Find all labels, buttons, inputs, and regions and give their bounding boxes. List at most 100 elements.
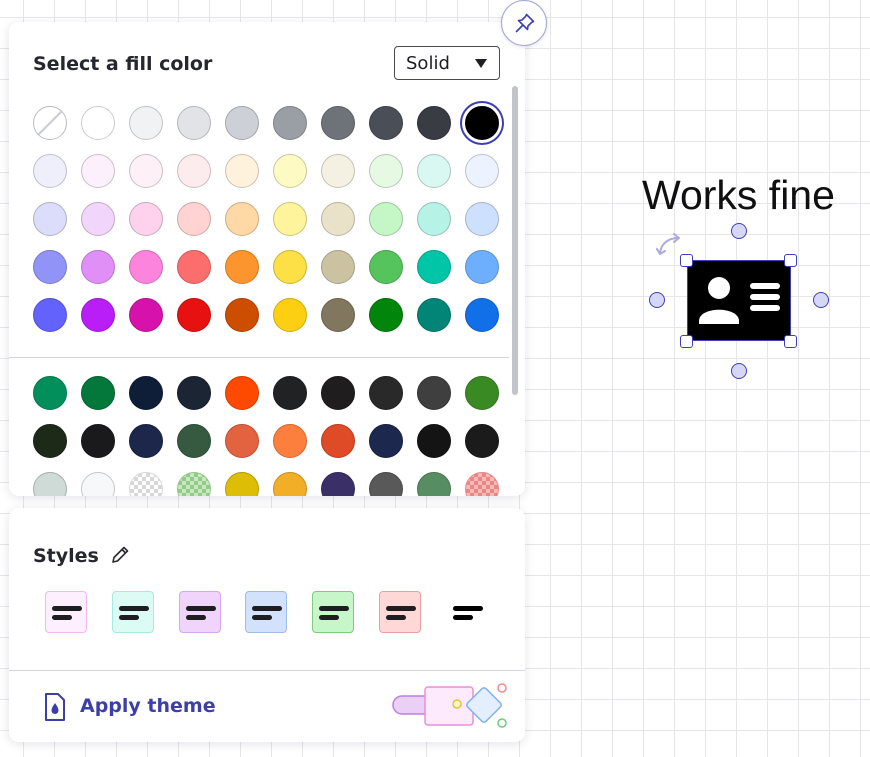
selected-shape[interactable]	[687, 260, 791, 341]
palette-swatch[interactable]	[273, 250, 307, 284]
custom-swatch[interactable]	[321, 376, 355, 410]
palette-swatch[interactable]	[129, 106, 163, 140]
palette-swatch[interactable]	[273, 154, 307, 188]
palette-swatch[interactable]	[81, 298, 115, 332]
canvas-text[interactable]: Works fine	[642, 172, 835, 219]
custom-swatch[interactable]	[81, 424, 115, 458]
custom-swatch[interactable]	[417, 376, 451, 410]
pin-button[interactable]	[501, 0, 547, 46]
palette-swatch[interactable]	[465, 298, 499, 332]
style-preset[interactable]	[179, 591, 221, 633]
palette-swatch[interactable]	[225, 298, 259, 332]
palette-swatch[interactable]	[225, 250, 259, 284]
custom-swatch[interactable]	[465, 376, 499, 410]
palette-swatch[interactable]	[465, 154, 499, 188]
palette-swatch[interactable]	[81, 202, 115, 236]
palette-swatch[interactable]	[321, 298, 355, 332]
palette-swatch[interactable]	[129, 250, 163, 284]
custom-swatch[interactable]	[225, 424, 259, 458]
palette-swatch[interactable]	[177, 202, 211, 236]
connector-handle-top[interactable]	[731, 223, 747, 239]
palette-swatch[interactable]	[225, 202, 259, 236]
palette-swatch[interactable]	[81, 106, 115, 140]
palette-swatch-selected[interactable]	[465, 106, 499, 140]
custom-swatch[interactable]	[33, 376, 67, 410]
palette-swatch[interactable]	[369, 154, 403, 188]
palette-swatch[interactable]	[321, 106, 355, 140]
palette-swatch[interactable]	[33, 202, 67, 236]
palette-swatch[interactable]	[369, 298, 403, 332]
custom-swatch[interactable]	[273, 424, 307, 458]
palette-swatch[interactable]	[465, 250, 499, 284]
custom-swatch[interactable]	[417, 472, 451, 496]
palette-swatch[interactable]	[129, 154, 163, 188]
custom-swatch[interactable]	[369, 424, 403, 458]
custom-swatch[interactable]	[177, 472, 211, 496]
style-preset[interactable]	[45, 591, 87, 633]
palette-swatch[interactable]	[33, 154, 67, 188]
custom-swatch[interactable]	[369, 376, 403, 410]
palette-swatch[interactable]	[369, 106, 403, 140]
no-fill-swatch[interactable]	[33, 106, 67, 140]
style-preset[interactable]	[446, 591, 488, 633]
palette-swatch[interactable]	[225, 106, 259, 140]
style-preset[interactable]	[379, 591, 421, 633]
palette-swatch[interactable]	[33, 250, 67, 284]
custom-swatch[interactable]	[33, 472, 67, 496]
palette-swatch[interactable]	[417, 154, 451, 188]
custom-swatch[interactable]	[225, 472, 259, 496]
resize-handle-top-right[interactable]	[784, 254, 797, 267]
palette-swatch[interactable]	[321, 202, 355, 236]
custom-swatch[interactable]	[33, 424, 67, 458]
custom-swatch[interactable]	[321, 472, 355, 496]
resize-handle-top-left[interactable]	[680, 254, 693, 267]
custom-swatch[interactable]	[225, 376, 259, 410]
palette-swatch[interactable]	[225, 154, 259, 188]
palette-swatch[interactable]	[417, 202, 451, 236]
style-preset[interactable]	[112, 591, 154, 633]
custom-swatch[interactable]	[417, 424, 451, 458]
resize-handle-bottom-right[interactable]	[784, 335, 797, 348]
palette-swatch[interactable]	[81, 250, 115, 284]
custom-swatch[interactable]	[465, 424, 499, 458]
palette-swatch[interactable]	[273, 202, 307, 236]
custom-swatch[interactable]	[81, 376, 115, 410]
palette-swatch[interactable]	[321, 250, 355, 284]
connector-handle-right[interactable]	[813, 292, 829, 308]
scrollbar-thumb[interactable]	[512, 86, 518, 395]
palette-swatch[interactable]	[417, 106, 451, 140]
palette-swatch[interactable]	[129, 202, 163, 236]
custom-swatch[interactable]	[321, 424, 355, 458]
palette-swatch[interactable]	[177, 154, 211, 188]
custom-swatch[interactable]	[369, 472, 403, 496]
custom-swatch[interactable]	[129, 472, 163, 496]
pencil-icon[interactable]	[109, 544, 131, 566]
palette-swatch[interactable]	[177, 106, 211, 140]
custom-swatch[interactable]	[129, 424, 163, 458]
connector-handle-bottom[interactable]	[731, 363, 747, 379]
palette-swatch[interactable]	[321, 154, 355, 188]
custom-swatch[interactable]	[273, 376, 307, 410]
custom-swatch[interactable]	[465, 472, 499, 496]
custom-swatch[interactable]	[273, 472, 307, 496]
style-preset[interactable]	[245, 591, 287, 633]
apply-theme-button[interactable]: Apply theme	[43, 692, 233, 722]
palette-swatch[interactable]	[417, 250, 451, 284]
palette-swatch[interactable]	[177, 250, 211, 284]
resize-handle-bottom-left[interactable]	[680, 335, 693, 348]
custom-swatch[interactable]	[177, 376, 211, 410]
custom-swatch[interactable]	[177, 424, 211, 458]
palette-swatch[interactable]	[273, 298, 307, 332]
palette-swatch[interactable]	[369, 202, 403, 236]
style-preset[interactable]	[312, 591, 354, 633]
palette-swatch[interactable]	[417, 298, 451, 332]
custom-swatch[interactable]	[81, 472, 115, 496]
custom-swatch[interactable]	[129, 376, 163, 410]
palette-swatch[interactable]	[81, 154, 115, 188]
palette-swatch[interactable]	[273, 106, 307, 140]
palette-swatch[interactable]	[177, 298, 211, 332]
connector-handle-left[interactable]	[649, 292, 665, 308]
palette-swatch[interactable]	[33, 298, 67, 332]
palette-swatch[interactable]	[129, 298, 163, 332]
palette-swatch[interactable]	[465, 202, 499, 236]
